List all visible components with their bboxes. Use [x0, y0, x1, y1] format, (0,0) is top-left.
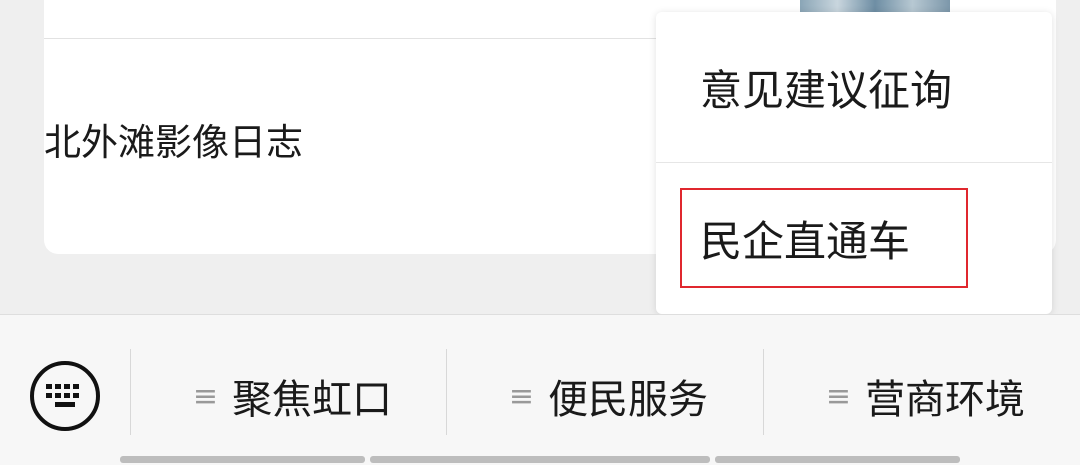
- tab-label: 营商环境: [865, 377, 1026, 423]
- tab-label: 便民服务: [548, 377, 709, 423]
- hamburger-icon: ≡: [508, 378, 535, 414]
- tab-focus-hongkou[interactable]: ≡ 聚焦虹口: [140, 361, 445, 431]
- menu-item-opinion[interactable]: 意见建议征询: [656, 12, 1052, 162]
- hamburger-icon: ≡: [192, 378, 219, 414]
- highlight-box: [680, 188, 968, 288]
- bottom-menu-bar: ≡ 聚焦虹口 ≡ 便民服务 ≡ 营商环境: [0, 314, 1080, 465]
- tab-convenience-services[interactable]: ≡ 便民服务: [456, 361, 761, 431]
- scroll-indicator: [370, 456, 710, 463]
- tab-label: 聚焦虹口: [232, 377, 393, 423]
- keyboard-icon[interactable]: [30, 361, 100, 431]
- scroll-indicator: [120, 456, 365, 463]
- scroll-indicator: [715, 456, 960, 463]
- tab-separator: [763, 349, 764, 435]
- tab-business-environment[interactable]: ≡ 营商环境: [773, 361, 1078, 431]
- tab-separator: [130, 349, 131, 435]
- hamburger-icon: ≡: [825, 378, 852, 414]
- article-title[interactable]: 北外滩影像日志: [44, 112, 303, 166]
- tab-separator: [446, 349, 447, 435]
